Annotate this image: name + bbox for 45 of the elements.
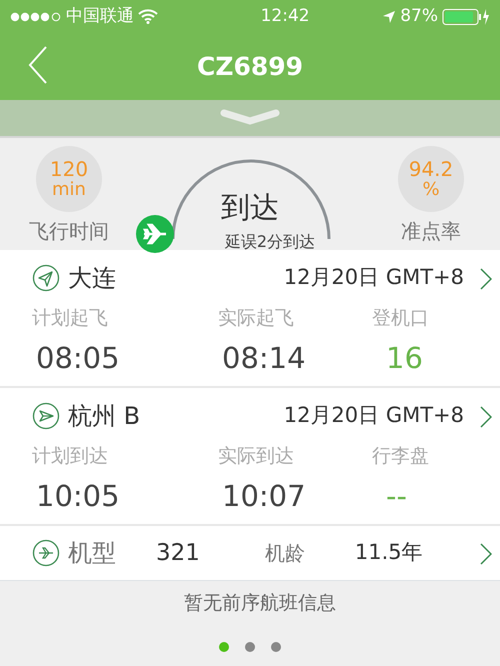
page-indicator-dot[interactable] [271, 642, 281, 652]
field-value: 08:05 [36, 340, 121, 376]
chevron-right-icon[interactable] [480, 404, 492, 428]
field-value: -- [386, 478, 407, 514]
date-timezone: 12月20日 GMT+8 [284, 264, 464, 292]
field-label: 行李盘 [372, 444, 429, 469]
field-value: 10:05 [36, 478, 121, 514]
wifi-icon [138, 9, 158, 24]
delay-note: 延误2分到达 [224, 230, 316, 252]
aircraft-age: 11.5年 [354, 539, 423, 566]
duration-label: 飞行时间 [29, 218, 109, 245]
no-previous-flight-message: 暂无前序航班信息 [184, 591, 336, 616]
aircraft-age-label: 机龄 [264, 540, 305, 567]
aircraft-type: 321 [156, 538, 200, 568]
aircraft-type-label: 机型 [68, 538, 116, 569]
paper-plane-icon [32, 402, 60, 430]
location-arrow-icon [382, 10, 396, 24]
battery-icon [442, 8, 490, 26]
paper-plane-icon [32, 264, 60, 292]
page-indicator-dot[interactable] [219, 642, 229, 652]
field-value: 10:07 [222, 478, 307, 514]
field-label: 计划起飞 [32, 306, 109, 331]
flight-number-title: CZ6899 [196, 50, 304, 83]
field-value: 16 [386, 340, 423, 376]
field-label: 计划到达 [32, 444, 109, 469]
field-label: 实际到达 [218, 444, 295, 469]
duration-badge: 120 min [36, 146, 102, 212]
on-time-badge: 94.2 % [398, 146, 464, 212]
battery-percent: 87% [400, 4, 438, 28]
field-value: 08:14 [222, 340, 307, 376]
clock-time: 12:42 [260, 4, 310, 28]
airplane-icon [32, 539, 60, 567]
page-indicator-dot[interactable] [245, 642, 255, 652]
date-timezone: 12月20日 GMT+8 [284, 402, 464, 430]
chevron-right-icon[interactable] [480, 266, 492, 290]
chevron-right-icon[interactable] [480, 541, 492, 565]
on-time-label: 准点率 [401, 218, 461, 245]
field-label: 登机口 [372, 306, 429, 331]
field-label: 实际起飞 [218, 306, 295, 331]
city-name: 大连 [68, 263, 116, 294]
city-name: 杭州 B [68, 401, 140, 432]
signal-icon [10, 12, 62, 22]
flight-status: 到达 [221, 189, 279, 226]
back-icon[interactable] [28, 45, 48, 85]
carrier-name: 中国联通 [66, 4, 134, 28]
